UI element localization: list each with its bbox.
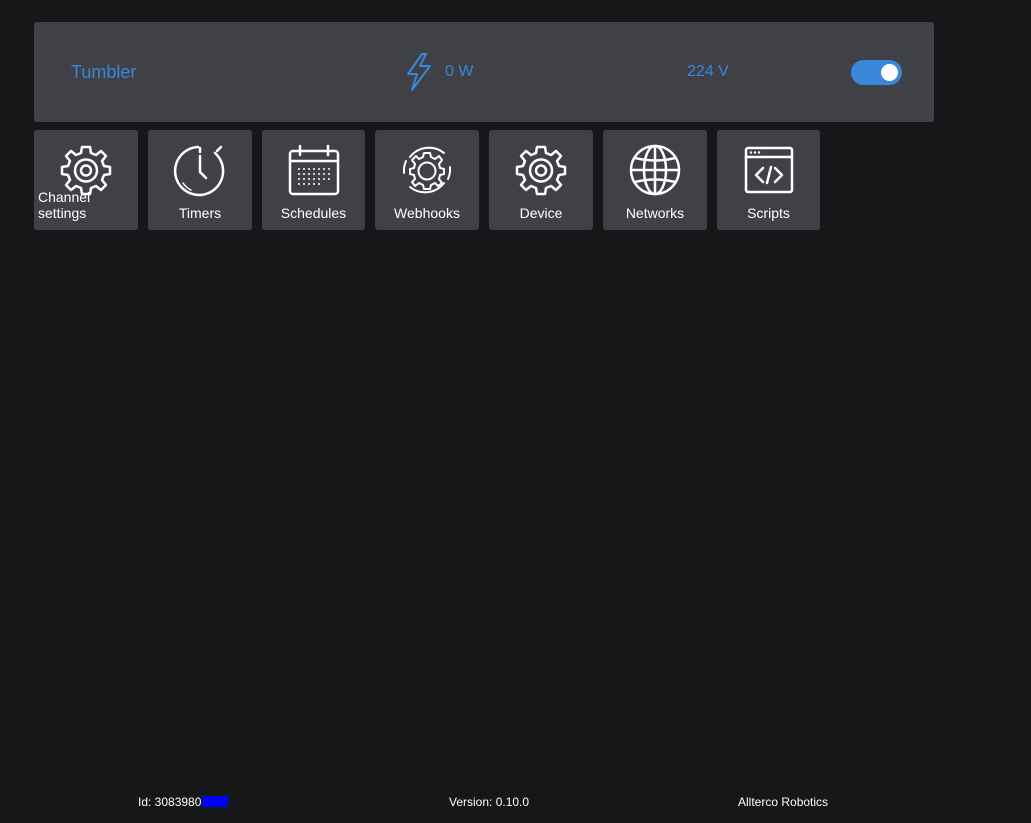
gear-icon	[515, 145, 567, 196]
schedules-tile[interactable]: Schedules	[262, 130, 365, 230]
channel-toggle[interactable]	[851, 60, 902, 85]
tile-label: Scripts	[747, 205, 790, 221]
voltage-value: 224 V	[687, 63, 729, 80]
toggle-knob	[881, 64, 898, 81]
power-value: 0 W	[445, 63, 474, 80]
code-window-icon	[744, 146, 793, 194]
calendar-icon	[288, 144, 339, 196]
webhooks-tile[interactable]: Webhooks	[375, 130, 479, 230]
timers-tile[interactable]: Timers	[148, 130, 252, 230]
redaction-mark	[202, 796, 229, 807]
scripts-tile[interactable]: Scripts	[717, 130, 820, 230]
status-card: Tumbler 0 W 224 V	[34, 22, 934, 122]
gear-cycle-icon	[402, 146, 452, 194]
device-tile[interactable]: Device	[489, 130, 593, 230]
channel-name[interactable]: Tumbler	[71, 62, 136, 82]
tile-label: Schedules	[280, 205, 347, 221]
tile-label: Networks	[625, 205, 685, 221]
globe-icon	[629, 144, 681, 196]
stopwatch-icon	[173, 145, 225, 197]
device-id: Id: 30839809	[138, 795, 229, 809]
tile-label: Timers	[178, 205, 222, 221]
firmware-version: Version: 0.10.0	[449, 795, 530, 809]
tile-label: Webhooks	[394, 205, 460, 221]
tile-label: Device	[519, 205, 563, 221]
vendor-name: Allterco Robotics	[738, 795, 829, 809]
device-id-text: Id: 30839809	[138, 795, 209, 809]
lightning-bolt-icon	[407, 53, 431, 91]
tile-label: Channel settings	[38, 189, 91, 221]
channel-settings-tile[interactable]: Channel settings	[34, 130, 138, 230]
networks-tile[interactable]: Networks	[603, 130, 707, 230]
